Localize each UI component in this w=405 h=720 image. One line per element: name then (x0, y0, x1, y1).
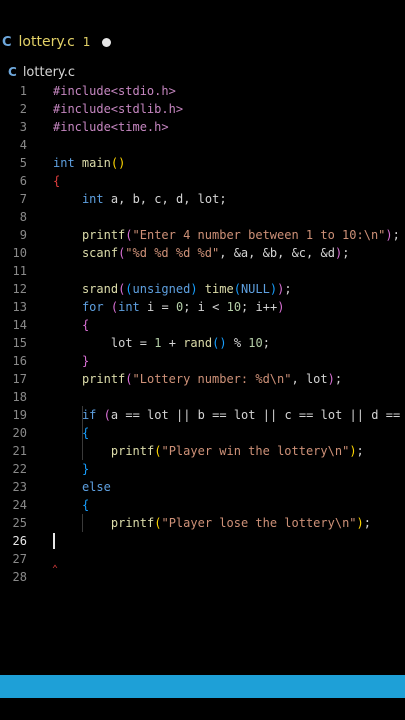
line-number: 8 (19, 210, 27, 224)
code-text: lot = 1 + rand() % 10; (110, 336, 270, 350)
line-number: 16 (12, 354, 27, 368)
line-number: 12 (12, 282, 27, 296)
line-number: 11 (12, 264, 27, 278)
line-number: 24 (12, 498, 27, 512)
cursor-marker: ⌃ (52, 564, 59, 575)
line-number: 4 (19, 138, 27, 152)
code-text: printf("Lottery number: %d\n", lot); (81, 372, 343, 386)
code-text: printf("Player win the lottery\n"); (110, 444, 364, 458)
code-line[interactable]: 25 printf("Player lose the lottery\n"); (0, 514, 405, 532)
code-line[interactable]: 17 printf("Lottery number: %d\n", lot); (0, 370, 405, 388)
line-number: 25 (12, 516, 27, 530)
code-text: if (a == lot || b == lot || c == lot || … (81, 408, 401, 422)
code-text: #include<stdio.h> (53, 84, 176, 98)
code-line[interactable]: 20 { (0, 424, 405, 442)
code-text: #include<time.h> (53, 120, 169, 134)
code-editor[interactable]: 1 #include<stdio.h> 2 #include<stdlib.h> 3 #i… (0, 82, 405, 590)
code-line[interactable]: 27 (0, 550, 405, 568)
line-number: 14 (12, 318, 27, 332)
code-text: else (81, 480, 111, 494)
line-number: 20 (12, 426, 27, 440)
c-file-icon: C (2, 34, 12, 50)
code-text: printf("Player lose the lottery\n"); (110, 516, 372, 530)
breadcrumb: C lottery.c (0, 62, 75, 82)
code-text: scanf("%d %d %d %d", &a, &b, &c, &d); (81, 246, 350, 260)
code-line[interactable]: 22 } (0, 460, 405, 478)
code-text: } (81, 354, 90, 368)
code-line[interactable]: 14 { (0, 316, 405, 334)
status-bar (0, 675, 405, 698)
code-text: { (81, 498, 90, 512)
c-file-icon: C (8, 65, 17, 79)
line-number: 19 (12, 408, 27, 422)
text-cursor (53, 533, 55, 549)
code-text: int main() (53, 156, 126, 170)
code-line[interactable]: 11 (0, 262, 405, 280)
line-number: 26 (12, 534, 27, 548)
line-number: 9 (19, 228, 27, 242)
line-number: 10 (12, 246, 27, 260)
code-line[interactable]: 2 #include<stdlib.h> (0, 100, 405, 118)
tab-filename: lottery.c (18, 34, 75, 50)
code-line[interactable]: 15 lot = 1 + rand() % 10; (0, 334, 405, 352)
problem-count-badge: 1 (82, 35, 91, 49)
line-number: 27 (12, 552, 27, 566)
line-number: 28 (12, 570, 27, 584)
code-line[interactable]: 28 (0, 568, 405, 586)
code-line[interactable]: 3 #include<time.h> (0, 118, 405, 136)
code-text: srand((unsigned) time(NULL)); (81, 282, 292, 296)
tab-bar: C lottery.c 1 (0, 28, 405, 56)
code-line[interactable]: 9 printf("Enter 4 number between 1 to 10… (0, 226, 405, 244)
code-line[interactable]: 5 int main() (0, 154, 405, 172)
line-number: 2 (19, 102, 27, 116)
code-line[interactable]: 24 { (0, 496, 405, 514)
code-line[interactable]: 13 for (int i = 0; i < 10; i++) (0, 298, 405, 316)
code-line[interactable]: 23 else (0, 478, 405, 496)
code-line[interactable]: 21 printf("Player win the lottery\n"); (0, 442, 405, 460)
code-line[interactable]: 19 if (a == lot || b == lot || c == lot … (0, 406, 405, 424)
line-number: 18 (12, 390, 27, 404)
line-number: 7 (19, 192, 27, 206)
code-line[interactable]: 8 (0, 208, 405, 226)
code-line[interactable]: 7 int a, b, c, d, lot; (0, 190, 405, 208)
line-number: 13 (12, 300, 27, 314)
code-line[interactable]: 12 srand((unsigned) time(NULL)); (0, 280, 405, 298)
code-text: #include<stdlib.h> (53, 102, 184, 116)
line-number: 6 (19, 174, 27, 188)
unsaved-dot-icon[interactable] (102, 37, 112, 47)
code-text: for (int i = 0; i < 10; i++) (81, 300, 285, 314)
code-line[interactable]: 26 (0, 532, 405, 550)
code-line[interactable]: 4 (0, 136, 405, 154)
line-number: 21 (12, 444, 27, 458)
code-text: { (53, 174, 61, 188)
line-number: 1 (19, 84, 27, 98)
line-number: 15 (12, 336, 27, 350)
line-number: 22 (12, 462, 27, 476)
code-text: { (81, 426, 90, 440)
line-number: 23 (12, 480, 27, 494)
code-text: printf("Enter 4 number between 1 to 10:\… (81, 228, 400, 242)
code-text: { (81, 318, 90, 332)
code-line[interactable]: 16 } (0, 352, 405, 370)
line-number: 3 (19, 120, 27, 134)
tab-lottery-c[interactable]: C lottery.c 1 (0, 28, 112, 56)
line-number: 17 (12, 372, 27, 386)
line-number: 5 (19, 156, 27, 170)
code-line[interactable]: 18 (0, 388, 405, 406)
code-text: int a, b, c, d, lot; (81, 192, 227, 206)
code-line[interactable]: 6{ (0, 172, 405, 190)
code-line[interactable]: 1 #include<stdio.h> (0, 82, 405, 100)
code-text: } (81, 462, 90, 476)
code-line[interactable]: 10 scanf("%d %d %d %d", &a, &b, &c, &d); (0, 244, 405, 262)
breadcrumb-filename[interactable]: lottery.c (23, 65, 75, 80)
